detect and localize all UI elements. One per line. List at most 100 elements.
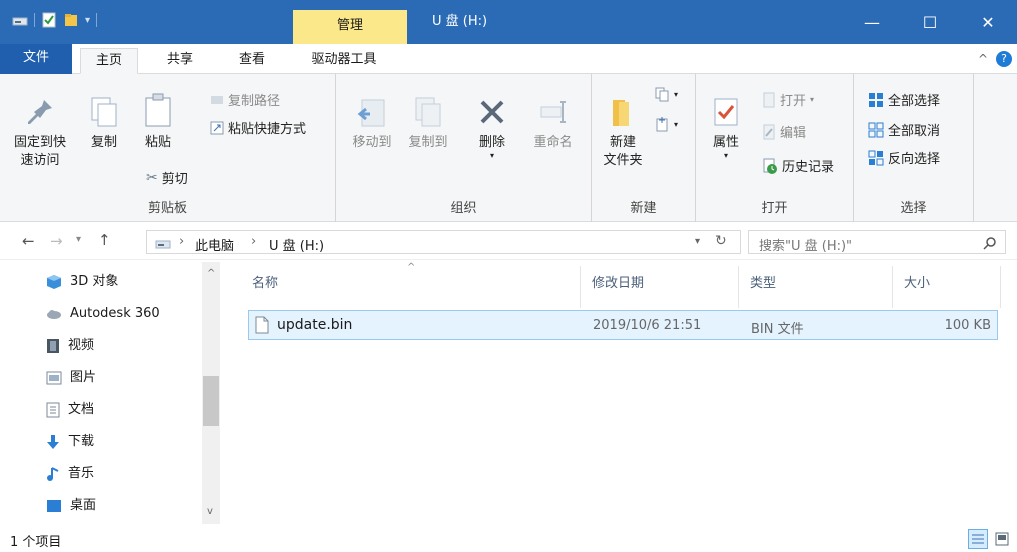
paste-shortcut-button[interactable]: 粘贴快捷方式 [210, 118, 306, 137]
new-item-icon [655, 87, 669, 102]
nav-item-autodesk-360[interactable]: Autodesk 360 [46, 302, 160, 326]
pin-to-quick-access-button[interactable]: 固定到快 速访问 [8, 88, 72, 170]
nav-item-desktop[interactable]: 桌面 [46, 494, 96, 518]
delete-dropdown-icon[interactable]: ▾ [470, 152, 514, 160]
paste-button[interactable]: 粘贴 [134, 88, 182, 152]
breadcrumb-this-pc[interactable]: 此电脑 [195, 235, 234, 254]
minimize-button[interactable]: — [843, 0, 901, 44]
column-header-modified[interactable]: 修改日期 [592, 272, 644, 291]
copy-to-button[interactable]: 复制到 [402, 88, 454, 152]
open-group-label: 打开 [761, 201, 788, 216]
maximize-button[interactable]: ☐ [901, 0, 959, 44]
column-divider[interactable] [580, 266, 581, 308]
edit-button[interactable]: 编辑 [762, 122, 806, 141]
paste-shortcut-label: 粘贴快捷方式 [228, 122, 307, 137]
download-arrow-icon [47, 435, 59, 449]
breadcrumb-drive[interactable]: U 盘 (H:) [269, 235, 324, 254]
cut-button[interactable]: ✂ 剪切 [146, 168, 188, 188]
column-header-type[interactable]: 类型 [750, 272, 776, 291]
search-input[interactable]: 搜索"U 盘 (H:)" [748, 230, 1006, 254]
tab-share[interactable]: 共享 [152, 48, 208, 74]
quick-access-dropdown-icon[interactable]: ▾ [85, 15, 90, 26]
nav-item-music[interactable]: 音乐 [46, 462, 94, 486]
file-row[interactable]: update.bin 2019/10/6 21:51 BIN 文件 100 KB [248, 310, 998, 340]
details-view-icon [972, 534, 984, 544]
column-divider[interactable] [892, 266, 893, 308]
scroll-up-icon[interactable]: ^ [207, 268, 215, 279]
new-folder-icon [613, 100, 629, 126]
scrollbar-thumb[interactable] [203, 376, 219, 426]
tab-drive-tools[interactable]: 驱动器工具 [294, 48, 394, 74]
history-label: 历史记录 [782, 160, 835, 175]
tab-home[interactable]: 主页 [80, 48, 138, 74]
ribbon-tabs: 文件 主页 共享 查看 驱动器工具 ^ ? [0, 44, 1017, 74]
forward-arrow-icon[interactable]: → [50, 232, 63, 250]
address-dropdown-icon[interactable]: ▾ [695, 236, 700, 247]
move-to-label: 移动到 [352, 135, 392, 150]
large-icons-view-button[interactable] [992, 529, 1012, 549]
tab-manage[interactable]: 管理 [293, 10, 407, 44]
breadcrumb-separator: › [179, 234, 185, 249]
properties-button[interactable]: 属性 ▾ [704, 88, 748, 160]
drive-icon[interactable] [12, 14, 28, 26]
nav-item-label: 视频 [68, 338, 95, 353]
3d-objects-icon [47, 275, 61, 289]
open-icon [763, 92, 775, 107]
new-item-button[interactable]: ▾ [654, 86, 678, 102]
nav-item-documents[interactable]: 文档 [46, 398, 94, 422]
copy-button[interactable]: 复制 [82, 88, 126, 152]
group-organize: 移动到 复制到 删除 ▾ 重命名 组织 [336, 74, 592, 222]
paste-shortcut-icon [210, 121, 224, 134]
collapse-ribbon-button[interactable]: ^ [978, 52, 988, 66]
help-button[interactable]: ? [996, 51, 1012, 67]
desktop-icon [47, 500, 61, 512]
address-box[interactable]: › 此电脑 › U 盘 (H:) ▾ ↻ [146, 230, 741, 254]
select-all-button[interactable]: 全部选择 [868, 90, 940, 109]
details-view-button[interactable] [968, 529, 988, 549]
nav-scrollbar[interactable]: ^ v [202, 262, 220, 524]
search-placeholder: 搜索"U 盘 (H:)" [759, 239, 853, 254]
music-note-icon [47, 467, 59, 481]
nav-item-videos[interactable]: 视频 [46, 334, 94, 358]
close-button[interactable]: ✕ [959, 0, 1017, 44]
scroll-down-icon[interactable]: v [207, 506, 213, 517]
tab-file[interactable]: 文件 [0, 44, 72, 74]
select-none-label: 全部取消 [888, 124, 941, 139]
nav-item-label: 桌面 [70, 498, 97, 513]
video-icon [47, 339, 59, 353]
new-folder-label-2: 文件夹 [603, 153, 643, 168]
nav-item-3d-objects[interactable]: 3D 对象 [46, 270, 118, 294]
group-clipboard: 固定到快 速访问 复制 粘贴 复制路径 粘贴快捷方式 ✂ 剪切 剪贴板 [0, 74, 336, 222]
nav-item-label: 下载 [68, 434, 95, 449]
back-arrow-icon[interactable]: ← [22, 232, 35, 250]
new-folder-button[interactable]: 新建 文件夹 [596, 88, 650, 170]
delete-button[interactable]: 删除 ▾ [470, 88, 514, 160]
history-button[interactable]: 历史记录 [762, 156, 834, 175]
select-all-icon [869, 92, 883, 107]
rename-button[interactable]: 重命名 [524, 88, 582, 152]
column-header-size[interactable]: 大小 [904, 272, 930, 291]
move-to-button[interactable]: 移动到 [346, 88, 398, 152]
open-button[interactable]: 打开 ▾ [762, 90, 814, 109]
invert-selection-button[interactable]: 反向选择 [868, 148, 940, 167]
new-folder-quick-icon[interactable] [63, 12, 79, 28]
column-header-name[interactable]: 名称 [252, 272, 278, 291]
properties-quick-icon[interactable] [41, 12, 57, 28]
status-bar: 1 个项目 [0, 526, 1017, 552]
copy-path-button[interactable]: 复制路径 [210, 90, 280, 109]
new-item-dropdown-icon: ▾ [674, 89, 679, 99]
refresh-icon[interactable]: ↻ [715, 233, 727, 249]
recent-locations-icon[interactable]: ▾ [76, 234, 81, 245]
easy-access-button[interactable]: ▾ [654, 116, 678, 132]
file-name: update.bin [277, 317, 353, 333]
tab-view[interactable]: 查看 [224, 48, 280, 74]
pin-label-1: 固定到快 [13, 135, 66, 150]
file-icon [255, 316, 269, 334]
column-divider[interactable] [1000, 266, 1001, 308]
select-none-button[interactable]: 全部取消 [868, 120, 940, 139]
properties-dropdown-icon[interactable]: ▾ [704, 152, 748, 160]
column-divider[interactable] [738, 266, 739, 308]
nav-item-downloads[interactable]: 下载 [46, 430, 94, 454]
up-arrow-icon[interactable]: ↑ [98, 231, 111, 249]
nav-item-pictures[interactable]: 图片 [46, 366, 96, 390]
